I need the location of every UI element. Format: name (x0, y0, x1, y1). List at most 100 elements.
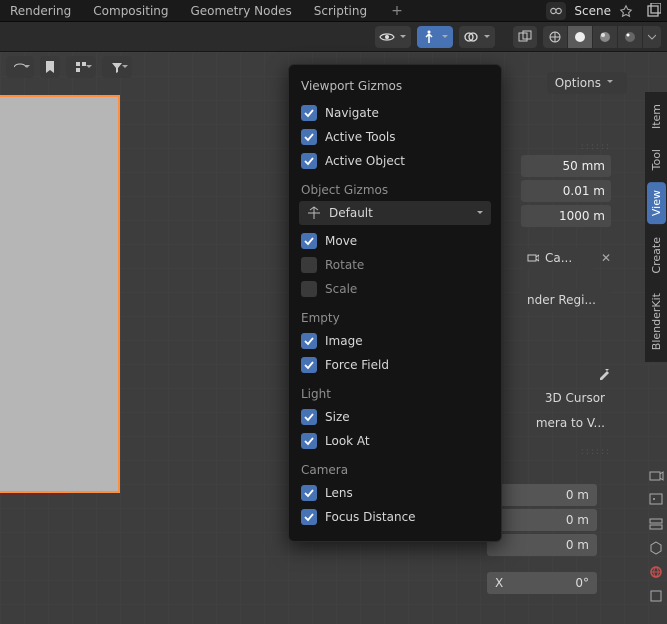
camera-to-view-row[interactable]: mera to V... (521, 412, 611, 434)
prop-scene-icon[interactable] (648, 540, 664, 556)
checkbox-icon[interactable] (301, 129, 317, 145)
ntab-item[interactable]: Item (647, 96, 666, 137)
chk-label: Rotate (325, 258, 364, 272)
chk-label: Navigate (325, 106, 379, 120)
chk-look-at[interactable]: Look At (299, 429, 491, 453)
visibility-dropdown[interactable] (375, 26, 411, 48)
tab-rendering[interactable]: Rendering (6, 4, 75, 18)
ntab-view[interactable]: View (647, 182, 666, 224)
focal-length-field[interactable]: 50 mm (521, 155, 611, 177)
chk-navigate[interactable]: Navigate (299, 101, 491, 125)
filter-dropdown[interactable] (102, 56, 132, 78)
options-dropdown[interactable]: Options (547, 72, 627, 94)
prop-output-icon[interactable] (648, 492, 664, 508)
ntab-create[interactable]: Create (647, 229, 666, 282)
checkbox-icon[interactable] (301, 153, 317, 169)
clip-start-field[interactable]: 0.01 m (521, 180, 611, 202)
prop-object-icon[interactable] (648, 588, 664, 604)
gizmos-dropdown[interactable] (417, 26, 453, 48)
gizmos-popover-title: Viewport Gizmos (301, 79, 491, 93)
chk-force-field[interactable]: Force Field (299, 353, 491, 377)
object-gizmos-header: Object Gizmos (301, 183, 491, 197)
snap-dropdown[interactable] (66, 56, 96, 78)
scene-name[interactable]: Scene (572, 4, 613, 18)
camera-header: Camera (301, 463, 491, 477)
checkbox-icon[interactable] (301, 105, 317, 121)
npanel-tabs: Item Tool View Create BlenderKit (645, 92, 667, 362)
eyedropper-icon[interactable] (597, 367, 611, 384)
empty-header: Empty (301, 311, 491, 325)
properties-tabs (645, 462, 667, 610)
checkbox-icon[interactable] (301, 257, 317, 273)
chk-label: Focus Distance (325, 510, 416, 524)
xray-toggle[interactable] (513, 26, 537, 48)
shading-solid[interactable] (568, 26, 592, 48)
npanel-view-fragment: :::::: 50 mm 0.01 m 1000 m Ca... ✕ nder … (521, 142, 611, 457)
local-camera-chip[interactable]: Ca... (521, 247, 595, 269)
chk-image[interactable]: Image (299, 329, 491, 353)
shading-options-dropdown[interactable] (643, 26, 661, 48)
chk-label: Lens (325, 486, 353, 500)
shading-mode-group (543, 26, 661, 48)
loc-z-field[interactable]: 0 m (487, 534, 597, 556)
overlays-dropdown[interactable] (459, 26, 495, 48)
render-region-row[interactable]: nder Regi... (521, 289, 611, 311)
loc-y-field[interactable]: 0 m (487, 509, 597, 531)
options-label: Options (555, 76, 601, 90)
rot-x-field[interactable]: X0° (487, 572, 597, 594)
light-header: Light (301, 387, 491, 401)
checkbox-icon[interactable] (301, 485, 317, 501)
checkbox-icon[interactable] (301, 433, 317, 449)
chk-label: Force Field (325, 358, 389, 372)
ntab-blenderkit[interactable]: BlenderKit (647, 285, 666, 358)
mode-dropdown[interactable] (6, 56, 34, 78)
checkbox-icon[interactable] (301, 233, 317, 249)
chk-active-tools[interactable]: Active Tools (299, 125, 491, 149)
chk-size[interactable]: Size (299, 405, 491, 429)
browse-scene-icon[interactable] (546, 2, 566, 20)
chk-lens[interactable]: Lens (299, 481, 491, 505)
checkbox-icon[interactable] (301, 357, 317, 373)
add-workspace-icon[interactable]: + (391, 3, 403, 19)
chk-active-object[interactable]: Active Object (299, 149, 491, 173)
pin-icon[interactable] (619, 4, 633, 18)
clear-camera-icon[interactable]: ✕ (601, 251, 611, 265)
checkbox-icon[interactable] (301, 333, 317, 349)
transform-fragment: 0 m 0 m 0 m X0° (487, 484, 597, 594)
drag-handle-icon[interactable]: :::::: (521, 142, 611, 152)
viewport-tool-strip (0, 52, 138, 82)
chk-focus-distance[interactable]: Focus Distance (299, 505, 491, 529)
scene-selector[interactable]: Scene (546, 2, 631, 20)
clip-end-field[interactable]: 1000 m (521, 205, 611, 227)
camera-chip-label: Ca... (545, 251, 572, 265)
shading-matpreview[interactable] (593, 26, 617, 48)
chk-label: Active Object (325, 154, 405, 168)
bookmark-icon[interactable] (40, 56, 60, 78)
ntab-tool[interactable]: Tool (647, 141, 666, 178)
prop-viewlayer-icon[interactable] (648, 516, 664, 532)
prop-world-icon[interactable] (648, 564, 664, 580)
tab-scripting[interactable]: Scripting (310, 4, 371, 18)
tab-geometry-nodes[interactable]: Geometry Nodes (187, 4, 296, 18)
chk-label: Move (325, 234, 357, 248)
chk-scale[interactable]: Scale (299, 277, 491, 301)
shading-wireframe[interactable] (543, 26, 567, 48)
chk-move[interactable]: Move (299, 229, 491, 253)
tab-compositing[interactable]: Compositing (89, 4, 172, 18)
shading-rendered[interactable] (618, 26, 642, 48)
gizmos-popover: Viewport Gizmos Navigate Active Tools Ac… (288, 64, 502, 542)
orientation-dropdown[interactable]: Default (299, 201, 491, 225)
cursor-row[interactable]: 3D Cursor (521, 387, 611, 409)
linked-scene-icon[interactable] (645, 2, 661, 20)
cursor-label: 3D Cursor (545, 391, 605, 405)
chk-label: Size (325, 410, 350, 424)
drag-handle-icon[interactable]: :::::: (521, 447, 611, 457)
loc-x-field[interactable]: 0 m (487, 484, 597, 506)
checkbox-icon[interactable] (301, 409, 317, 425)
checkbox-icon[interactable] (301, 509, 317, 525)
active-camera-frame[interactable] (0, 95, 120, 493)
chk-rotate[interactable]: Rotate (299, 253, 491, 277)
checkbox-icon[interactable] (301, 281, 317, 297)
viewport-3d[interactable]: Options :::::: 50 mm 0.01 m 1000 m Ca...… (0, 52, 667, 624)
prop-render-icon[interactable] (648, 468, 664, 484)
